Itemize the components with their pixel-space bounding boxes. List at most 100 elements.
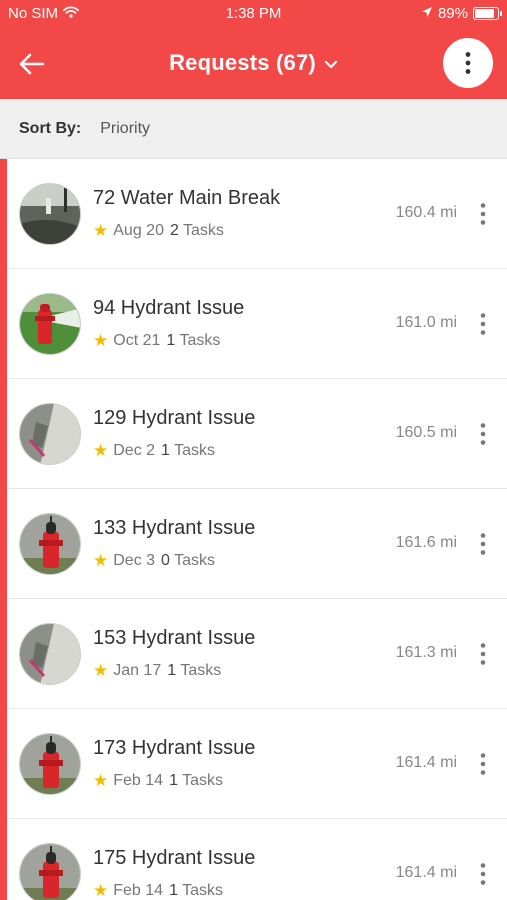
vertical-dots-icon (480, 753, 486, 775)
sort-bar: Sort By: Priority (0, 99, 507, 159)
task-count: 1 (166, 332, 176, 349)
row-menu-button[interactable] (471, 859, 495, 889)
task-count: 2 (169, 222, 179, 239)
request-date: Dec 2 (113, 442, 156, 459)
request-date: Feb 14 (113, 882, 164, 899)
request-meta: ★ Feb 14 1 Tasks (93, 881, 223, 900)
request-tasks: 0 Tasks (161, 552, 215, 570)
request-date: Dec 3 (113, 552, 156, 569)
status-right: 89% (421, 5, 502, 22)
chevron-down-icon (324, 49, 338, 75)
row-menu-button[interactable] (471, 749, 495, 779)
request-row[interactable]: 153 Hydrant Issue ★ Jan 17 1 Tasks 161.3 mi (7, 599, 507, 709)
vertical-dots-icon (480, 203, 486, 225)
request-meta: ★ Aug 20 2 Tasks (93, 221, 224, 241)
request-row[interactable]: 94 Hydrant Issue ★ Oct 21 1 Tasks 161.0 mi (7, 269, 507, 379)
vertical-dots-icon (480, 533, 486, 555)
task-label: Tasks (182, 772, 224, 789)
star-icon: ★ (93, 661, 109, 680)
page-title-dropdown[interactable]: Requests (67) (0, 50, 507, 76)
request-row[interactable]: 175 Hydrant Issue ★ Feb 14 1 Tasks 161.4 mi (7, 819, 507, 900)
request-meta: ★ Dec 3 0 Tasks (93, 551, 215, 571)
request-date: Aug 20 (113, 222, 164, 239)
star-icon: ★ (93, 771, 109, 790)
sort-label: Sort By: (19, 119, 82, 137)
request-thumbnail (19, 843, 81, 900)
row-menu-button[interactable] (471, 199, 495, 229)
request-tasks: 1 Tasks (161, 442, 215, 460)
status-bar: No SIM 1:38 PM 89% (0, 0, 507, 28)
request-date: Feb 14 (113, 772, 164, 789)
request-thumbnail (19, 403, 81, 465)
request-title: 133 Hydrant Issue (93, 517, 256, 539)
request-tasks: 1 Tasks (167, 662, 221, 680)
request-row[interactable]: 173 Hydrant Issue ★ Feb 14 1 Tasks 161.4 mi (7, 709, 507, 819)
request-distance: 161.4 mi (395, 864, 457, 881)
request-distance: 161.6 mi (395, 534, 457, 551)
request-thumbnail (19, 733, 81, 795)
task-label: Tasks (183, 222, 224, 239)
nav-bar: Requests (67) (0, 28, 507, 99)
star-icon: ★ (93, 441, 109, 460)
request-distance: 161.3 mi (395, 644, 457, 661)
battery-fill (475, 9, 494, 18)
request-title: 173 Hydrant Issue (93, 737, 256, 759)
row-menu-button[interactable] (471, 529, 495, 559)
star-icon: ★ (93, 331, 109, 350)
task-count: 1 (169, 772, 178, 789)
request-thumbnail (19, 513, 81, 575)
task-label: Tasks (180, 662, 222, 679)
task-count: 1 (169, 882, 178, 899)
request-title: 129 Hydrant Issue (93, 407, 256, 429)
request-row[interactable]: 133 Hydrant Issue ★ Dec 3 0 Tasks 161.6 mi (7, 489, 507, 599)
request-meta: ★ Oct 21 1 Tasks (93, 331, 220, 351)
request-list: 72 Water Main Break ★ Aug 20 2 Tasks 160.4 m… (7, 159, 507, 900)
page-title: Requests (67) (169, 50, 316, 75)
request-title: 175 Hydrant Issue (93, 847, 256, 869)
location-arrow-icon (421, 5, 433, 22)
app-header: No SIM 1:38 PM 89% Requests (67) (0, 0, 507, 99)
request-distance: 160.4 mi (395, 204, 457, 221)
request-meta: ★ Jan 17 1 Tasks (93, 661, 221, 681)
request-tasks: 1 Tasks (169, 772, 223, 790)
request-tasks: 1 Tasks (169, 882, 223, 900)
request-title: 153 Hydrant Issue (93, 627, 256, 649)
request-meta: ★ Feb 14 1 Tasks (93, 771, 223, 791)
request-tasks: 1 Tasks (166, 332, 220, 350)
row-menu-button[interactable] (471, 419, 495, 449)
request-title: 94 Hydrant Issue (93, 297, 245, 319)
star-icon: ★ (93, 221, 109, 240)
request-row[interactable]: 72 Water Main Break ★ Aug 20 2 Tasks 160.4 m… (7, 159, 507, 269)
request-meta: ★ Dec 2 1 Tasks (93, 441, 215, 461)
task-label: Tasks (182, 882, 224, 899)
task-label: Tasks (174, 442, 216, 459)
row-menu-button[interactable] (471, 639, 495, 669)
battery-icon (473, 7, 502, 20)
star-icon: ★ (93, 881, 109, 900)
request-thumbnail (19, 293, 81, 355)
list-accent-bar (0, 159, 7, 900)
request-tasks: 2 Tasks (170, 222, 224, 240)
star-icon: ★ (93, 551, 109, 570)
task-label: Tasks (174, 552, 216, 569)
vertical-dots-icon (480, 423, 486, 445)
sort-value[interactable]: Priority (100, 120, 150, 138)
battery-percent: 89% (437, 5, 468, 22)
task-count: 1 (167, 662, 177, 679)
vertical-dots-icon (480, 313, 486, 335)
task-count: 1 (161, 442, 170, 459)
header-menu-button[interactable] (443, 38, 493, 88)
request-distance: 161.0 mi (395, 314, 457, 331)
request-date: Oct 21 (113, 332, 161, 349)
request-thumbnail (19, 183, 81, 245)
request-distance: 160.5 mi (395, 424, 457, 441)
request-date: Jan 17 (113, 662, 162, 679)
vertical-dots-icon (480, 643, 486, 665)
row-menu-button[interactable] (471, 309, 495, 339)
request-distance: 161.4 mi (395, 754, 457, 771)
request-thumbnail (19, 623, 81, 685)
vertical-dots-icon (465, 52, 471, 74)
request-row[interactable]: 129 Hydrant Issue ★ Dec 2 1 Tasks 160.5 mi (7, 379, 507, 489)
task-count: 0 (161, 552, 170, 569)
request-title: 72 Water Main Break (93, 187, 281, 209)
